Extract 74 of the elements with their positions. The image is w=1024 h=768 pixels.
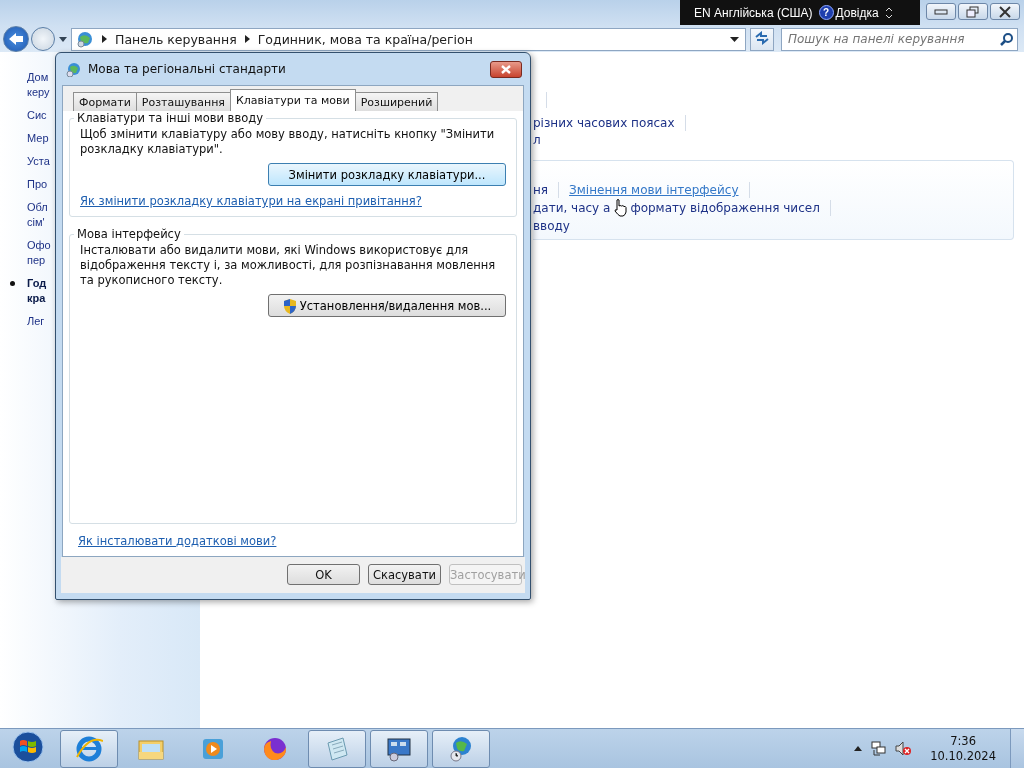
tab[interactable]: Формати (73, 92, 137, 111)
dropdown-icon[interactable] (730, 36, 739, 42)
search-icon[interactable] (1000, 32, 1013, 46)
group-title: Клавіатури та інші мови вводу (76, 111, 264, 125)
clock-date: 10.10.2024 (930, 748, 996, 764)
sidebar-link[interactable]: Обл сім' (27, 200, 48, 230)
task-link[interactable]: дати, часу а (533, 201, 611, 215)
back-button[interactable] (3, 26, 29, 52)
task-link[interactable]: л (533, 132, 541, 147)
sidebar-link[interactable]: Год кра (27, 276, 47, 306)
hand-cursor-icon (613, 199, 628, 217)
bullet-icon (10, 281, 15, 286)
help-icon[interactable]: ? (818, 5, 834, 20)
breadcrumb-arrow-icon[interactable] (102, 35, 107, 43)
refresh-button[interactable] (750, 27, 774, 51)
minimize-icon (934, 7, 948, 16)
sidebar-link[interactable]: Лег (27, 314, 45, 329)
close-icon (500, 64, 512, 74)
breadcrumb[interactable]: Годинник, мова та країна/регіон (257, 31, 473, 47)
description-text: Інсталювати або видалити мови, які Windows використовує для відображення тексту і, за можливості, для розпізнавання мовлення та рукописного тексту. (80, 243, 497, 288)
task-link[interactable]: формату відображення чисел (630, 201, 820, 215)
back-arrow-icon (8, 32, 24, 46)
help-link[interactable]: Довідка (835, 5, 879, 20)
network-icon[interactable] (871, 741, 887, 756)
shield-icon (282, 297, 297, 314)
taskbar-app-button[interactable] (432, 729, 490, 768)
tab[interactable]: Розташування (135, 92, 231, 111)
task-link[interactable]: Змінення мови інтерфейсу (569, 183, 739, 197)
help-link[interactable]: Як інсталювати додаткові мови? (78, 534, 523, 548)
sidebar-link[interactable]: Дом керу (27, 70, 50, 100)
dialog-button[interactable]: OK (287, 564, 360, 585)
forward-button[interactable] (31, 27, 55, 51)
task-link[interactable]: різних часових поясах (533, 115, 675, 130)
control-panel-icon (76, 30, 94, 48)
taskbar-app-button[interactable] (308, 729, 366, 768)
show-hidden-icons-icon[interactable] (854, 746, 863, 751)
action-button[interactable]: Установлення/видалення мов... (268, 294, 506, 317)
sidebar-link[interactable]: Офо пер (27, 238, 51, 268)
sidebar-link[interactable]: Уста (27, 154, 50, 169)
tab[interactable]: Розширений (354, 92, 439, 111)
clock-time: 7:36 (950, 733, 976, 749)
action-button[interactable]: Змінити розкладку клавіатури... (268, 163, 506, 186)
globe-icon (66, 61, 82, 77)
history-dropdown-icon[interactable] (59, 36, 67, 42)
close-icon (998, 5, 1012, 18)
group-title: Мова інтерфейсу (76, 227, 182, 241)
language-bar[interactable]: EN Англійська (США) ? Довідка (680, 0, 920, 25)
breadcrumb[interactable]: Панель керування (115, 31, 237, 47)
restore-button[interactable] (958, 3, 988, 20)
taskbar-app-button[interactable] (60, 729, 118, 768)
help-link[interactable]: Як змінити розкладку клавіатури на екрані привітання? (80, 194, 422, 208)
refresh-icon (754, 30, 770, 45)
tab[interactable]: Клавіатури та мови (229, 89, 356, 111)
taskbar-app-button[interactable] (370, 729, 428, 768)
minimize-button[interactable] (926, 3, 956, 20)
search-field[interactable]: Пошук на панелі керування (781, 27, 1018, 51)
description-text: Щоб змінити клавіатуру або мову вводу, натисніть кнопку "Змінити розкладку клавіатури". (80, 127, 496, 157)
breadcrumb-arrow-icon[interactable] (244, 35, 250, 43)
task-link[interactable]: ня (533, 183, 549, 197)
close-button[interactable] (490, 60, 522, 78)
language-indicator[interactable]: EN Англійська (США) (694, 5, 813, 20)
speaker-muted-icon[interactable] (895, 741, 912, 756)
address-bar[interactable]: Панель керування Годинник, мова та країна/регіон (71, 27, 746, 51)
sidebar-link[interactable]: Про (27, 177, 48, 192)
expand-icon[interactable] (884, 6, 893, 19)
sidebar-link[interactable]: Сис (27, 108, 47, 123)
sidebar-link[interactable]: Мер (27, 131, 49, 146)
browser-icon (75, 734, 103, 763)
task-link[interactable]: вводу (533, 219, 570, 233)
dialog-title: Мова та регіональні стандарти (88, 62, 287, 76)
clock[interactable]: 7:36 10.10.2024 (930, 733, 996, 764)
close-button[interactable] (990, 3, 1020, 20)
dialog-button[interactable]: Скасувати (368, 564, 441, 585)
restore-icon (966, 5, 980, 18)
